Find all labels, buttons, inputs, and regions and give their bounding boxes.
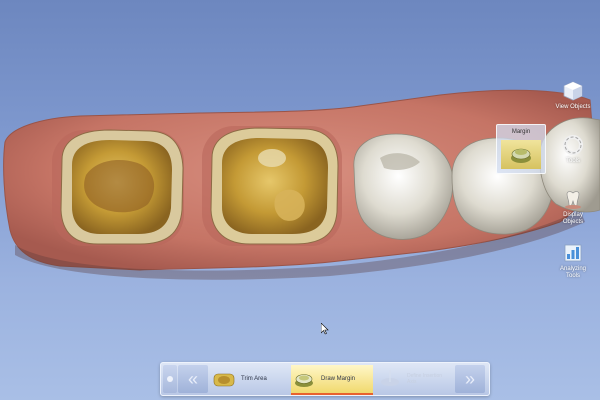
prepared-tooth-1 — [52, 129, 184, 246]
display-objects-label: Display Objects — [562, 212, 584, 225]
double-chevron-left-icon: « — [187, 369, 198, 389]
tools-label: Tools — [565, 158, 580, 164]
display-objects-tool[interactable]: Display Objects — [553, 188, 593, 226]
step-trim-area-label: Trim Area — [241, 376, 267, 382]
step-trim-area[interactable]: Trim Area — [211, 365, 287, 393]
step-draw-margin-label: Draw Margin — [321, 376, 356, 382]
back-button[interactable]: « — [178, 365, 208, 393]
double-chevron-right-icon: » — [464, 369, 475, 389]
tooth-icon — [565, 191, 581, 209]
ring-icon — [563, 135, 583, 155]
view-objects-label: View Objects — [555, 104, 591, 110]
margin-popup-title: Margin — [511, 129, 531, 135]
dental-scan-model[interactable] — [0, 0, 600, 400]
analyzing-tools-label: Analyzing Tools — [559, 266, 586, 279]
chart-icon — [564, 244, 582, 262]
margin-tool-button[interactable] — [501, 140, 541, 169]
tools-tool[interactable]: Tools — [553, 134, 593, 165]
workflow-bar: « Trim Area Draw Margin Define Insertion… — [160, 362, 490, 396]
next-button[interactable]: » — [455, 365, 485, 393]
view-objects-tool[interactable]: View Objects — [553, 80, 593, 111]
draw-margin-icon — [295, 374, 313, 387]
step-draw-margin[interactable]: Draw Margin — [291, 365, 373, 395]
3d-viewport[interactable] — [0, 0, 600, 400]
insertion-axis-icon — [381, 370, 399, 386]
cube-icon — [563, 81, 583, 101]
trim-area-icon — [213, 373, 235, 387]
workflow-collapse-button[interactable] — [163, 365, 177, 393]
margin-tool-popup[interactable]: Margin — [496, 124, 546, 174]
step-define-insertion-axis: Define Insertion Axis — [377, 365, 455, 393]
prepared-tooth-2 — [202, 126, 342, 246]
margin-tool-icon — [511, 148, 531, 163]
mouse-cursor-icon — [321, 323, 329, 335]
analyzing-tools-tool[interactable]: Analyzing Tools — [553, 242, 593, 280]
tooth-small-icon — [167, 376, 173, 382]
natural-tooth-1 — [353, 133, 454, 240]
step-define-insertion-axis-label: Define Insertion Axis — [407, 373, 443, 385]
